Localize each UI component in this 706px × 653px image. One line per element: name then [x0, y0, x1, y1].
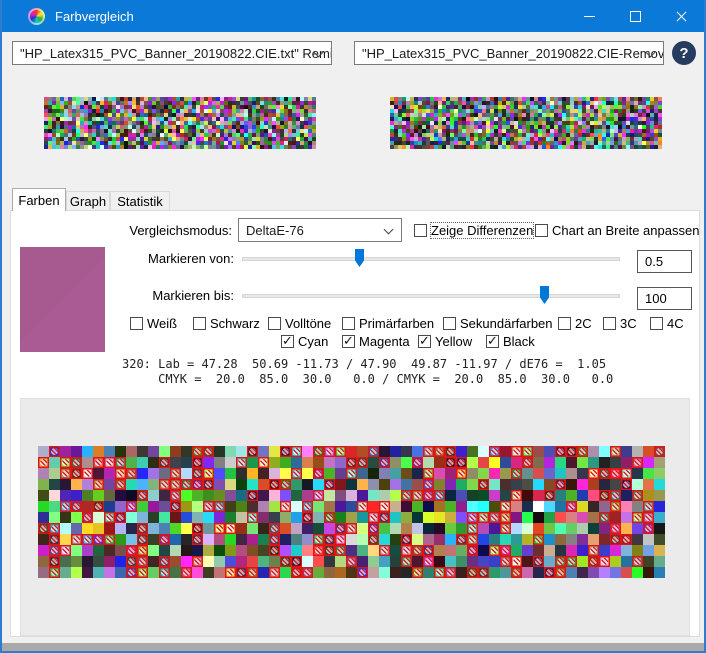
question-mark-icon: ?	[679, 45, 688, 62]
checkbox-label: Zeige Differenzen	[431, 223, 533, 238]
left-file-combobox-value: "HP_Latex315_PVC_Banner_20190822.CIE.txt…	[20, 46, 332, 61]
window-title: Farbvergleich	[55, 9, 134, 24]
chevron-down-icon	[384, 225, 394, 235]
checkbox-yellow[interactable]: Yellow	[418, 334, 472, 349]
checkbox-box	[650, 317, 663, 330]
checkbox-magenta[interactable]: Magenta	[342, 334, 410, 349]
tab-statistik-label: Statistik	[117, 194, 163, 209]
checkbox-volltoene[interactable]: Volltöne	[268, 316, 331, 331]
checkbox-box	[443, 317, 456, 330]
checkbox-label: Magenta	[359, 334, 410, 349]
checkbox-zeige-differenzen[interactable]: Zeige Differenzen	[414, 223, 533, 238]
right-file-combobox-value: "HP_Latex315_PVC_Banner_20190822.CIE-Rem…	[362, 46, 664, 61]
checkbox-box	[603, 317, 616, 330]
checkbox-label: Cyan	[298, 334, 328, 349]
checkbox-3c[interactable]: 3C	[603, 316, 637, 331]
checkbox-label: Primärfarben	[359, 316, 434, 331]
checkbox-label: Black	[503, 334, 535, 349]
mark-from-slider[interactable]	[242, 249, 620, 267]
checkbox-box	[486, 335, 499, 348]
checkbox-box	[414, 224, 427, 237]
checkbox-box	[193, 317, 206, 330]
maximize-icon	[630, 11, 641, 22]
right-file-combobox[interactable]: "HP_Latex315_PVC_Banner_20190822.CIE-Rem…	[354, 41, 664, 65]
selected-patch-swatch	[20, 247, 105, 352]
close-button[interactable]	[658, 0, 704, 32]
mark-to-slider[interactable]	[242, 286, 620, 304]
slider-thumb[interactable]	[540, 286, 549, 304]
right-chart-thumbnail	[390, 97, 662, 149]
checkbox-cyan[interactable]: Cyan	[281, 334, 328, 349]
mark-from-label: Markieren von:	[112, 251, 234, 266]
slider-thumb[interactable]	[355, 249, 364, 267]
mark-to-input[interactable]: 100	[637, 287, 692, 310]
tab-graph-label: Graph	[70, 194, 106, 209]
checkbox-label: Volltöne	[285, 316, 331, 331]
checkbox-box	[342, 335, 355, 348]
comparison-chart[interactable]	[38, 446, 665, 578]
checkbox-label: 4C	[667, 316, 684, 331]
checkbox-label: 2C	[575, 316, 592, 331]
app-icon	[28, 8, 45, 25]
checkbox-box	[558, 317, 571, 330]
slider-track	[242, 294, 620, 298]
checkbox-box	[418, 335, 431, 348]
window-resize-grip[interactable]	[2, 643, 704, 651]
checkbox-primaerfarben[interactable]: Primärfarben	[342, 316, 434, 331]
checkbox-box	[342, 317, 355, 330]
checkbox-weiss[interactable]: Weiß	[130, 316, 177, 331]
selection-info-line1: 320: Lab = 47.28 50.69 -11.73 / 47.90 49…	[122, 357, 606, 371]
checkbox-chart-an-breite[interactable]: Chart an Breite anpassen	[535, 223, 699, 238]
checkbox-label: Schwarz	[210, 316, 260, 331]
tab-graph[interactable]: Graph	[66, 191, 110, 211]
checkbox-label: Yellow	[435, 334, 472, 349]
checkbox-schwarz[interactable]: Schwarz	[193, 316, 260, 331]
titlebar: Farbvergleich	[2, 0, 704, 32]
checkbox-box	[281, 335, 294, 348]
tab-farben-label: Farben	[18, 193, 59, 208]
close-icon	[675, 10, 688, 23]
checkbox-label: Sekundärfarben	[460, 316, 553, 331]
tab-farben[interactable]: Farben	[12, 188, 66, 211]
checkbox-box	[268, 317, 281, 330]
selection-info: 320: Lab = 47.28 50.69 -11.73 / 47.90 49…	[122, 357, 613, 387]
selection-info-line2: CMYK = 20.0 85.0 30.0 0.0 / CMYK = 20.0 …	[122, 372, 613, 386]
compare-mode-combobox[interactable]: DeltaE-76	[238, 218, 402, 242]
maximize-button[interactable]	[612, 0, 658, 32]
farbvergleich-window: Farbvergleich "HP_Latex315_PVC_Banner_20…	[0, 0, 706, 653]
left-chart-thumbnail	[44, 97, 316, 149]
checkbox-2c[interactable]: 2C	[558, 316, 592, 331]
help-button[interactable]: ?	[672, 41, 696, 65]
checkbox-label: Weiß	[147, 316, 177, 331]
minimize-button[interactable]	[566, 0, 612, 32]
checkbox-box	[130, 317, 143, 330]
left-file-combobox[interactable]: "HP_Latex315_PVC_Banner_20190822.CIE.txt…	[12, 41, 332, 65]
checkbox-label: 3C	[620, 316, 637, 331]
compare-mode-value: DeltaE-76	[246, 223, 304, 238]
checkbox-4c[interactable]: 4C	[650, 316, 684, 331]
mark-to-label: Markieren bis:	[112, 288, 234, 303]
mark-from-value: 0.5	[645, 254, 663, 269]
checkbox-black[interactable]: Black	[486, 334, 535, 349]
minimize-icon	[584, 16, 595, 17]
slider-track	[242, 257, 620, 261]
checkbox-label: Chart an Breite anpassen	[552, 223, 699, 238]
mark-from-input[interactable]: 0.5	[637, 250, 692, 273]
compare-mode-label: Vergleichsmodus:	[92, 223, 232, 238]
tab-statistik[interactable]: Statistik	[110, 191, 170, 211]
checkbox-box	[535, 224, 548, 237]
mark-to-value: 100	[645, 291, 667, 306]
checkbox-sekundaerfarben[interactable]: Sekundärfarben	[443, 316, 553, 331]
